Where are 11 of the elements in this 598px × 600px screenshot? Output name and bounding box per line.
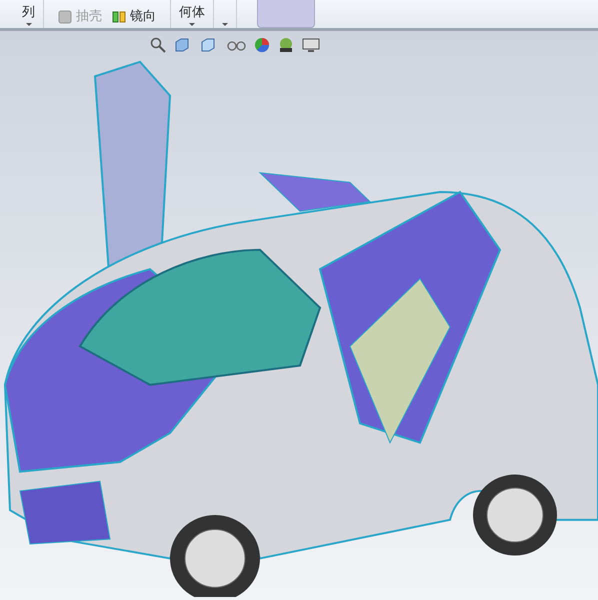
- ribbon-panel: [257, 0, 315, 28]
- caret-icon[interactable]: [26, 23, 32, 26]
- ribbon-label[interactable]: 列: [22, 6, 35, 20]
- monitor-icon[interactable]: [302, 37, 320, 53]
- caret-icon[interactable]: [222, 23, 228, 26]
- ribbon-label[interactable]: 何体: [179, 6, 205, 20]
- tool-label[interactable]: 镜向: [130, 10, 156, 24]
- zoom-icon[interactable]: [150, 37, 166, 53]
- caret-icon[interactable]: [189, 23, 195, 26]
- color-wheel-icon[interactable]: [254, 37, 270, 53]
- mirror-icon[interactable]: [112, 10, 126, 24]
